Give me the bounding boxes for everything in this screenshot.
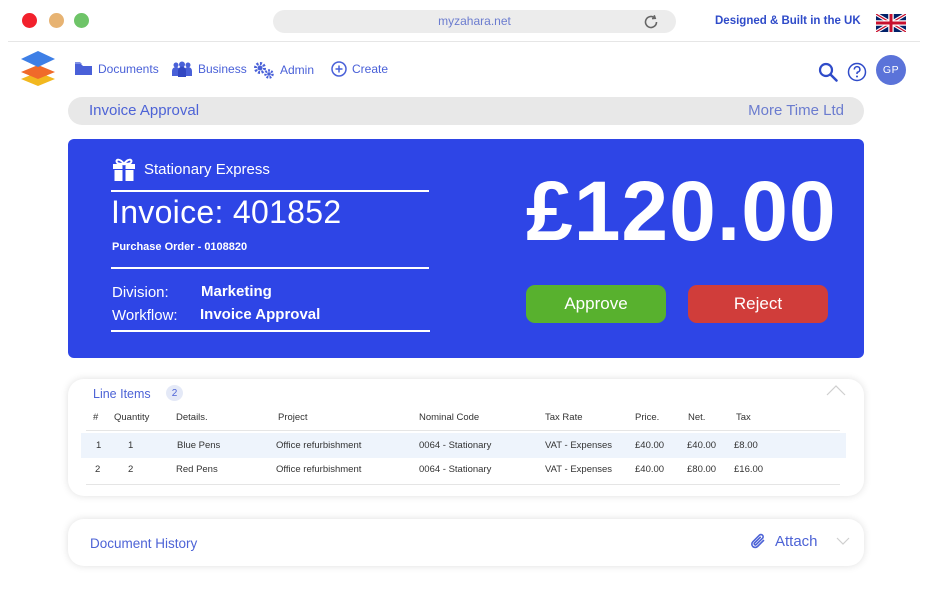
- close-window-button[interactable]: [22, 13, 37, 28]
- cell-project: Office refurbishment: [276, 440, 362, 451]
- nav-documents-label: Documents: [98, 61, 159, 76]
- invoice-title: Invoice: 401852: [111, 194, 342, 230]
- supplier: Stationary Express: [112, 157, 270, 182]
- cell-quantity: 1: [128, 440, 134, 451]
- cell-nominal-code: 0064 - Stationary: [419, 464, 492, 475]
- cell-tax: £16.00: [734, 464, 764, 475]
- help-icon[interactable]: [847, 62, 867, 82]
- workflow-label: Workflow:: [112, 307, 178, 324]
- nav-create-label: Create: [352, 62, 389, 76]
- page-title-bar: Invoice Approval More Time Ltd: [68, 97, 864, 125]
- cell-net: £80.00: [687, 464, 717, 475]
- url-text: myzahara.net: [438, 14, 511, 28]
- approve-button[interactable]: Approve: [526, 285, 666, 323]
- purchase-order: Purchase Order - 0108820: [112, 241, 248, 253]
- minimize-window-button[interactable]: [49, 13, 64, 28]
- column-header: Net.: [688, 412, 706, 423]
- user-avatar[interactable]: GP: [876, 55, 906, 85]
- cell-nominal-code: 0064 - Stationary: [419, 440, 492, 451]
- cell-quantity: 2: [128, 464, 134, 475]
- cell-number: 1: [96, 440, 102, 451]
- document-history-title[interactable]: Document History: [90, 536, 197, 551]
- tagline: Designed & Built in the UK: [715, 15, 861, 27]
- cell-tax-rate: VAT - Expenses: [545, 440, 613, 451]
- cell-net: £40.00: [687, 440, 717, 451]
- divider: [111, 190, 429, 192]
- column-header: Price.: [635, 412, 660, 423]
- column-header: Tax: [736, 412, 751, 423]
- cell-details: Blue Pens: [177, 440, 221, 451]
- nav-create[interactable]: Create: [331, 61, 388, 77]
- chevron-up-icon[interactable]: [826, 384, 846, 396]
- address-bar[interactable]: myzahara.net: [273, 10, 676, 33]
- search-icon[interactable]: [818, 62, 838, 82]
- maximize-window-button[interactable]: [74, 13, 89, 28]
- cell-project: Office refurbishment: [276, 464, 362, 475]
- table-divider: [86, 430, 840, 431]
- column-header: Project: [278, 412, 308, 423]
- plus-circle-icon: [331, 61, 347, 77]
- nav-business[interactable]: Business: [171, 61, 247, 77]
- cell-details: Red Pens: [176, 464, 218, 475]
- cell-tax-rate: VAT - Expenses: [545, 464, 613, 475]
- cell-tax: £8.00: [734, 440, 758, 451]
- column-header: Nominal Code: [419, 412, 480, 423]
- document-history-panel: Document History Attach: [68, 519, 864, 566]
- column-header: Quantity: [114, 412, 150, 423]
- divider: [111, 330, 430, 332]
- line-items-count-badge: 2: [166, 385, 183, 401]
- nav-business-label: Business: [198, 62, 247, 76]
- chrome-divider: [8, 41, 920, 42]
- nav-admin-label: Admin: [280, 63, 315, 77]
- cell-price: £40.00: [635, 440, 665, 451]
- attach-button[interactable]: Attach: [750, 532, 818, 551]
- reload-icon[interactable]: [642, 13, 660, 31]
- reject-button[interactable]: Reject: [688, 285, 828, 323]
- column-header: Tax Rate: [545, 412, 583, 423]
- page-title: Invoice Approval: [89, 102, 200, 119]
- line-items-title[interactable]: Line Items: [93, 387, 151, 401]
- division-label: Division:: [112, 284, 169, 301]
- gears-icon: [254, 62, 274, 79]
- uk-flag-icon: [876, 14, 906, 32]
- table-row[interactable]: 1 1 Blue Pens Office refurbishment 0064 …: [81, 433, 846, 458]
- people-icon: [172, 61, 192, 77]
- folder-icon: [75, 62, 92, 75]
- nav-documents[interactable]: Documents: [74, 61, 159, 76]
- line-items-panel: Line Items 2 # Quantity Details. Project…: [68, 379, 864, 496]
- table-row[interactable]: 2 2 Red Pens Office refurbishment 0064 -…: [81, 458, 846, 483]
- app-logo[interactable]: [20, 50, 56, 88]
- table-divider: [86, 484, 840, 485]
- invoice-amount: £120.00: [526, 164, 837, 258]
- column-header: #: [93, 412, 99, 423]
- divider: [111, 267, 429, 269]
- paperclip-icon: [751, 533, 765, 549]
- cell-number: 2: [95, 464, 101, 475]
- chevron-down-icon[interactable]: [836, 537, 850, 546]
- column-header: Details.: [176, 412, 208, 423]
- attach-label: Attach: [775, 533, 818, 550]
- supplier-name: Stationary Express: [144, 161, 270, 178]
- nav-admin[interactable]: Admin: [253, 61, 314, 79]
- workflow-value: Invoice Approval: [200, 306, 321, 323]
- cell-price: £40.00: [635, 464, 665, 475]
- invoice-card: Stationary Express Invoice: 401852 Purch…: [68, 139, 864, 358]
- division-value: Marketing: [201, 283, 272, 300]
- gift-icon: [113, 158, 135, 181]
- company-name[interactable]: More Time Ltd: [748, 102, 844, 119]
